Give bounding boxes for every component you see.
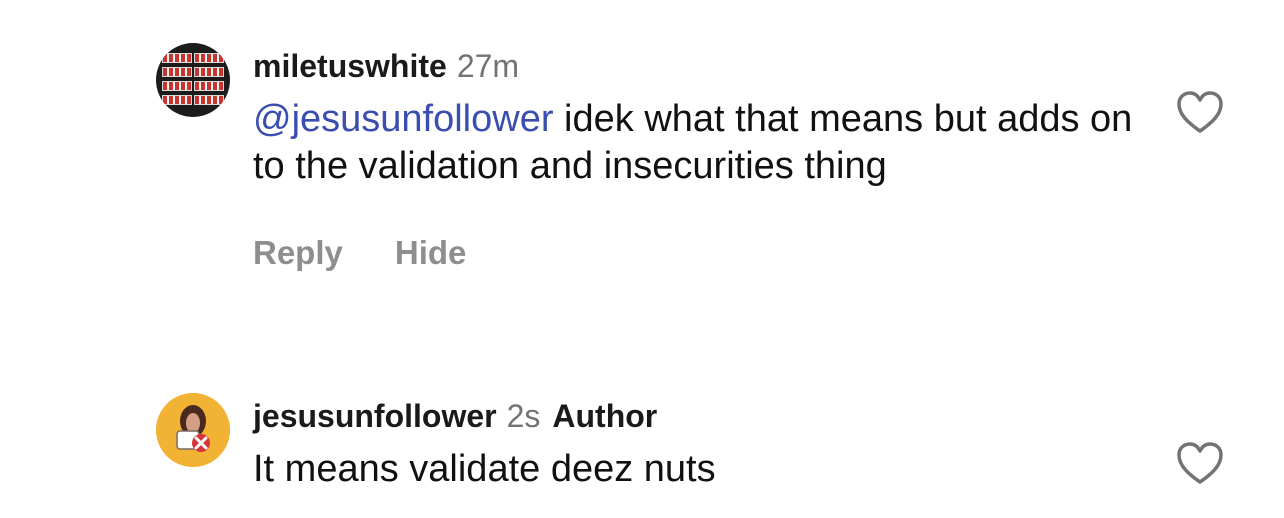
comment-text: It means validate deez nuts [253, 446, 1133, 493]
comment-header: jesusunfollower 2s Author [253, 390, 1133, 442]
author-badge: Author [552, 397, 658, 434]
comment-content: jesusunfollower 2s Author It means valid… [253, 390, 1133, 493]
username[interactable]: jesusunfollower [253, 398, 497, 435]
comment-text: @jesusunfollower idek what that means bu… [253, 96, 1133, 190]
timestamp: 2s [506, 397, 541, 434]
user-avatar[interactable] [156, 43, 230, 117]
heart-outline-icon[interactable] [1174, 89, 1226, 135]
comment-header: miletuswhite 27m [253, 40, 1133, 92]
comment-content: miletuswhite 27m @jesusunfollower idek w… [253, 40, 1133, 272]
heart-outline-icon[interactable] [1174, 440, 1226, 486]
hide-button[interactable]: Hide [395, 234, 467, 272]
comment-item: jesusunfollower 2s Author It means valid… [0, 390, 1284, 518]
mention-link[interactable]: @jesusunfollower [253, 98, 554, 140]
comment-message: It means validate deez nuts [253, 448, 716, 490]
reply-button[interactable]: Reply [253, 234, 343, 272]
user-avatar[interactable] [156, 393, 230, 467]
username[interactable]: miletuswhite [253, 48, 447, 85]
comment-item: miletuswhite 27m @jesusunfollower idek w… [0, 40, 1284, 330]
poker-hand-rankings-icon [156, 43, 230, 117]
comment-actions: Reply Hide [253, 234, 1133, 272]
jesus-unfollow-avatar-icon [156, 393, 230, 467]
timestamp: 27m [456, 47, 520, 84]
